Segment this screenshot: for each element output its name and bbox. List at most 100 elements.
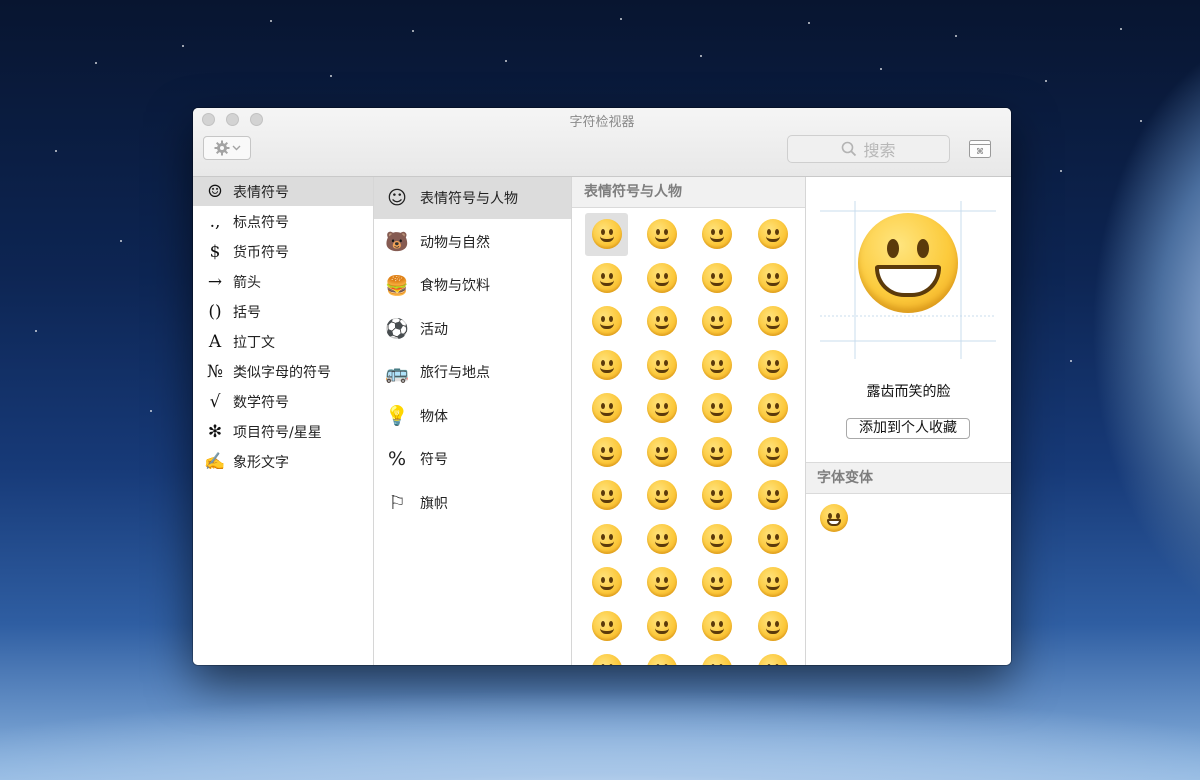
category-item[interactable]: () 括号 (193, 297, 373, 326)
subcategory-label: 动物与自然 (420, 234, 490, 251)
emoji-cell[interactable] (647, 523, 677, 554)
emoji-cell[interactable] (702, 349, 732, 380)
emoji-cell[interactable] (647, 262, 677, 293)
preview-character-name: 露齿而笑的脸 (866, 384, 951, 400)
search-field[interactable]: 搜索 (787, 135, 950, 163)
subcategory-item[interactable]: ⚽ 活动 (374, 308, 571, 350)
emoji-cell[interactable] (702, 219, 732, 249)
emoji-cell[interactable] (592, 654, 622, 665)
emoji-cell[interactable] (702, 306, 732, 336)
preview-pane: 露齿而笑的脸 添加到个人收藏 字体变体 (806, 177, 1011, 665)
category-item[interactable]: → 箭头 (193, 267, 373, 296)
subcategory-list: ☺ 表情符号与人物 🐻 动物与自然 🍔 食物与饮料 ⚽ 活动 🚌 旅行与地点 💡 物体% 符号 ⚐ 旗帜 (374, 177, 572, 665)
emoji-cell[interactable] (592, 523, 622, 554)
subcategory-item[interactable]: 🚌 旅行与地点 (374, 351, 571, 393)
variant-grinning-face-icon[interactable] (820, 504, 848, 532)
titlebar: 字符检视器 搜索 ⌘ (193, 108, 1011, 177)
emoji-cell[interactable] (592, 480, 622, 510)
emoji-cell[interactable] (647, 219, 677, 249)
category-label: 表情符号 (233, 184, 289, 201)
emoji-cell[interactable] (702, 262, 732, 293)
category-label: 货币符号 (233, 244, 289, 261)
emoji-cell[interactable] (758, 610, 788, 641)
emoji-cell[interactable] (758, 393, 788, 423)
emoji-cell[interactable] (592, 393, 622, 423)
subcategory-item[interactable]: % 符号 (374, 438, 571, 480)
emoji-cell[interactable] (647, 610, 677, 641)
parentheses-icon: () (208, 301, 222, 322)
emoji-cell[interactable] (702, 436, 732, 467)
category-list: ☺ 表情符号., 标点符号 $ 货币符号 → 箭头 () 括号 A 拉丁文 № 类似字母的符号 √ 数学符号… (193, 177, 374, 665)
category-item[interactable]: A 拉丁文 (193, 327, 373, 356)
category-label: 类似字母的符号 (233, 364, 331, 381)
emoji-cell[interactable] (758, 349, 788, 380)
emoji-cell[interactable] (702, 567, 732, 597)
subcategory-item[interactable]: 💡 物体 (374, 395, 571, 437)
emoji-cell[interactable] (702, 480, 732, 510)
emoji-cell[interactable] (647, 349, 677, 380)
search-placeholder: 搜索 (863, 141, 896, 160)
subcategory-item[interactable]: ⚐ 旗帜 (374, 482, 571, 524)
category-item[interactable]: ☺ 表情符号 (193, 177, 373, 206)
emoji-cell[interactable] (702, 523, 732, 554)
symbols-icon: % (387, 448, 407, 470)
emoji-cell[interactable] (702, 393, 732, 423)
emoji-cell[interactable] (758, 262, 788, 293)
bear-icon: 🐻 (385, 231, 409, 253)
emoji-cell[interactable] (592, 436, 622, 467)
emoji-cell[interactable] (592, 567, 622, 597)
emoji-cell[interactable] (592, 219, 622, 249)
emoji-cell[interactable] (647, 306, 677, 336)
add-to-favorites-button[interactable]: 添加到个人收藏 (846, 418, 970, 439)
emoji-cell[interactable] (758, 654, 788, 665)
category-label: 项目符号/星星 (233, 424, 322, 441)
category-item[interactable]: ✻ 项目符号/星星 (193, 417, 373, 446)
chevron-down-icon (232, 145, 240, 151)
category-item[interactable]: ✍ 象形文字 (193, 447, 373, 476)
emoji-cell[interactable] (758, 219, 788, 249)
emoji-cell[interactable] (758, 436, 788, 467)
gear-icon (214, 140, 229, 156)
category-label: 标点符号 (233, 214, 289, 231)
emoji-cell[interactable] (758, 567, 788, 597)
numero-icon: № (206, 361, 224, 382)
keyboard-viewer-icon[interactable]: ⌘ (969, 140, 991, 158)
category-label: 数学符号 (233, 394, 289, 411)
emoji-cell[interactable] (592, 262, 622, 293)
category-item[interactable]: √ 数学符号 (193, 387, 373, 416)
food-icon: 🍔 (385, 274, 409, 297)
subcategory-item[interactable]: ☺ 表情符号与人物 (374, 177, 571, 219)
emoji-cell[interactable] (592, 349, 622, 380)
search-icon (842, 141, 857, 157)
action-menu-button[interactable] (203, 136, 251, 160)
soccer-icon: ⚽ (385, 318, 409, 340)
svg-text:⌘: ⌘ (976, 147, 984, 156)
latin-icon: A (208, 331, 222, 352)
subcategory-label: 食物与饮料 (420, 278, 490, 294)
emoji-cell[interactable] (702, 654, 732, 665)
lightbulb-icon: 💡 (385, 405, 409, 427)
emoji-cell[interactable] (647, 393, 677, 423)
subcategory-label: 符号 (420, 452, 448, 468)
emoji-cell[interactable] (758, 523, 788, 554)
subcategory-label: 物体 (420, 408, 448, 425)
emoji-grid-pane: 表情符号与人物 (572, 177, 806, 665)
category-item[interactable]: $ 货币符号 (193, 237, 373, 266)
emoji-cell[interactable] (647, 436, 677, 467)
category-label: 拉丁文 (233, 334, 275, 351)
emoji-cell[interactable] (592, 610, 622, 641)
subcategory-item[interactable]: 🐻 动物与自然 (374, 221, 571, 263)
subcategory-item[interactable]: 🍔 食物与饮料 (374, 264, 571, 306)
emoji-cell[interactable] (702, 610, 732, 641)
emoji-cell[interactable] (592, 306, 622, 336)
emoji-cell[interactable] (758, 480, 788, 510)
emoji-cell[interactable] (758, 306, 788, 336)
emoji-section-header: 表情符号与人物 (572, 177, 805, 208)
category-item[interactable]: № 类似字母的符号 (193, 357, 373, 386)
emoji-cell[interactable] (647, 567, 677, 597)
subcategory-label: 活动 (420, 321, 448, 338)
emoji-cell[interactable] (647, 480, 677, 510)
category-item[interactable]: ., 标点符号 (193, 207, 373, 236)
emoji-cell[interactable] (647, 654, 677, 665)
subcategory-label: 旗帜 (420, 495, 448, 512)
